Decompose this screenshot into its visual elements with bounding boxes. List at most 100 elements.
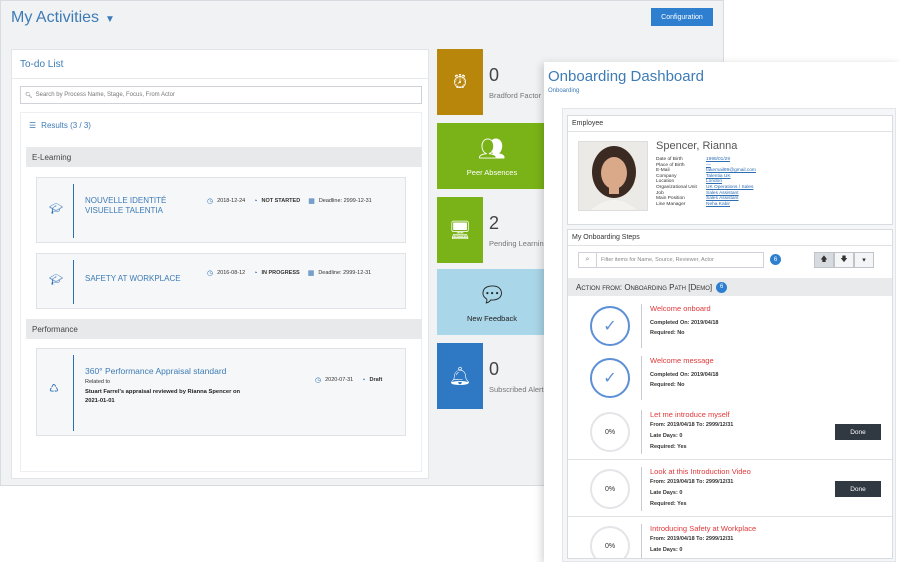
progress-circle: 0%	[590, 469, 630, 509]
item-description-line2: 2021-01-01	[85, 398, 115, 404]
step-name[interactable]: Welcome message	[650, 356, 714, 365]
onboarding-body: Employee Spencer, Rianna Date of Birth 19…	[562, 108, 896, 562]
item-separator	[73, 184, 74, 238]
calendar-icon: ▦	[308, 198, 315, 205]
chevron-down-icon[interactable]: ▼	[105, 14, 115, 25]
status-icon: ◔	[253, 269, 258, 277]
onboarding-title: Onboarding Dashboard	[548, 68, 704, 85]
monitor-icon: 🖥︎	[437, 197, 483, 263]
step-separator	[641, 410, 642, 454]
done-button[interactable]: Done	[835, 424, 881, 440]
chevron-down-icon[interactable]: ▾	[854, 252, 874, 268]
tile-peer-absences-block: 👥︎ Peer Absences	[437, 123, 547, 189]
done-button[interactable]: Done	[835, 481, 881, 497]
step-name[interactable]: Welcome onboard	[650, 304, 711, 313]
item-description-line1: Stuart Farrel's appraisal reviewed by Ri…	[85, 389, 241, 395]
tile-number: 2	[489, 213, 500, 233]
list-item[interactable]: ✓ Welcome onboard Completed On: 2019/04/…	[568, 298, 892, 354]
list-item[interactable]: 0% Look at this Introduction Video From:…	[568, 461, 892, 517]
clock-icon: ◷	[207, 198, 214, 205]
graduation-cap-icon: 🎓︎	[49, 274, 63, 286]
step-dates: From: 2019/04/18 To: 2999/12/31	[650, 479, 734, 485]
item-status: IN PROGRESS	[261, 270, 300, 276]
check-icon: ✓	[590, 358, 630, 398]
step-name[interactable]: Let me introduce myself	[650, 410, 730, 419]
results-label: Results (3 / 3)	[41, 121, 91, 130]
progress-circle: 0%	[590, 526, 630, 558]
step-required: Required: No	[650, 330, 685, 336]
step-separator	[641, 304, 642, 348]
item-title-line1: NOUVELLE IDENTITÉ	[85, 196, 167, 205]
configuration-button[interactable]: Configuration	[651, 8, 713, 26]
divider	[12, 78, 428, 79]
category-performance: Performance	[26, 319, 422, 339]
item-date: 2020-07-31	[325, 377, 354, 383]
item-meta: ◷ 2016-08-12 ◔ IN PROGRESS ▦ Deadline: 2…	[207, 269, 372, 278]
breadcrumb[interactable]: Onboarding	[548, 88, 579, 94]
sort-controls: 🡅 🡇 ▾	[814, 252, 874, 268]
sort-down-icon[interactable]: 🡇	[834, 252, 854, 268]
list-item[interactable]: ✓ Welcome message Completed On: 2019/04/…	[568, 350, 892, 406]
step-name[interactable]: Look at this Introduction Video	[650, 467, 751, 476]
item-title[interactable]: SAFETY AT WORKPLACE	[85, 274, 181, 284]
item-title[interactable]: 360° Performance Appraisal standard	[85, 366, 226, 376]
todo-item[interactable]: 🎓︎ NOUVELLE IDENTITÉ VISUELLE TALENTIA ◷…	[36, 177, 406, 243]
step-late-days: Late Days: 0	[650, 433, 683, 439]
item-deadline: Deadline: 2999-12-31	[318, 270, 372, 276]
step-late-days: Late Days: 0	[650, 490, 683, 496]
todo-search-input[interactable]: 🔍︎ Search by Process Name, Stage, Focus,…	[20, 86, 422, 104]
item-meta: ◷ 2018-12-24 ◔ NOT STARTED ▦ Deadline: 2…	[207, 197, 372, 206]
sort-up-icon[interactable]: 🡅	[814, 252, 834, 268]
alarm-clock-icon: ⏰︎	[437, 49, 483, 115]
field-row: Line Manager Neha Kabir	[656, 202, 756, 208]
step-late-days: Late Days: 0	[650, 547, 683, 553]
step-required: Required: Yes	[650, 501, 687, 507]
page-title[interactable]: My Activities ▼	[11, 9, 115, 27]
item-title[interactable]: NOUVELLE IDENTITÉ VISUELLE TALENTIA	[85, 196, 166, 216]
steps-filter-input[interactable]: ⌕ Filter items for Name, Source, Reviewe…	[578, 252, 764, 268]
tile-label: Peer Absences	[466, 167, 518, 177]
filter-placeholder: Filter items for Name, Source, Reviewer,…	[601, 257, 714, 263]
item-date: 2016-08-12	[217, 270, 246, 276]
list-item[interactable]: 0% Introducing Safety at Workplace From:…	[568, 518, 892, 558]
item-separator	[73, 355, 74, 431]
results-header[interactable]: ☰ Results (3 / 3)	[29, 121, 91, 130]
action-group-title: Action from: Onboarding Path [Demo]	[576, 282, 713, 292]
status-icon: ◔	[361, 376, 366, 384]
step-dates: From: 2019/04/18 To: 2999/12/31	[650, 422, 734, 428]
tile-new-feedback-block: 💬︎ New Feedback	[437, 269, 547, 335]
clock-icon: ◷	[207, 270, 214, 277]
step-completed-on: Completed On: 2019/04/18	[650, 320, 719, 326]
tile-label: Pending Learning	[489, 239, 547, 248]
step-separator	[641, 524, 642, 558]
list-icon: ☰	[29, 121, 37, 130]
step-required: Required: Yes	[650, 444, 687, 450]
employee-fields: Date of Birth 1998/01/29 Place of Birth — …	[656, 157, 756, 207]
list-item[interactable]: 0% Let me introduce myself From: 2019/04…	[568, 404, 892, 460]
check-icon: ✓	[590, 306, 630, 346]
field-key: Line Manager	[656, 201, 686, 207]
progress-circle: 0%	[590, 412, 630, 452]
action-group-header[interactable]: Action from: Onboarding Path [Demo] 6	[568, 278, 892, 296]
step-separator	[641, 467, 642, 511]
item-related-label: Related to	[85, 379, 111, 385]
clock-icon: ◷	[315, 377, 322, 384]
item-separator	[73, 260, 74, 304]
step-completed-on: Completed On: 2019/04/18	[650, 372, 719, 378]
category-e-learning: E-Learning	[26, 147, 422, 167]
calendar-icon: ▦	[307, 270, 315, 277]
chat-bubble-icon: 💬︎	[478, 281, 506, 307]
employee-photo	[578, 141, 648, 211]
employee-heading: Employee	[568, 116, 892, 132]
step-separator	[641, 356, 642, 400]
step-required: Required: No	[650, 382, 685, 388]
todo-item[interactable]: 🎓︎ SAFETY AT WORKPLACE ◷ 2016-08-12 ◔ IN…	[36, 253, 406, 309]
bell-icon: 🔔︎	[437, 343, 483, 409]
page-title-text: My Activities	[11, 9, 100, 26]
step-name[interactable]: Introducing Safety at Workplace	[650, 524, 756, 533]
search-icon: ⌕	[579, 253, 597, 267]
step-dates: From: 2019/04/18 To: 2999/12/31	[650, 536, 734, 542]
todo-item[interactable]: ♺ 360° Performance Appraisal standard Re…	[36, 348, 406, 436]
field-value[interactable]: Neha Kabir	[706, 202, 730, 208]
search-placeholder: Search by Process Name, Stage, Focus, Fr…	[35, 92, 176, 98]
